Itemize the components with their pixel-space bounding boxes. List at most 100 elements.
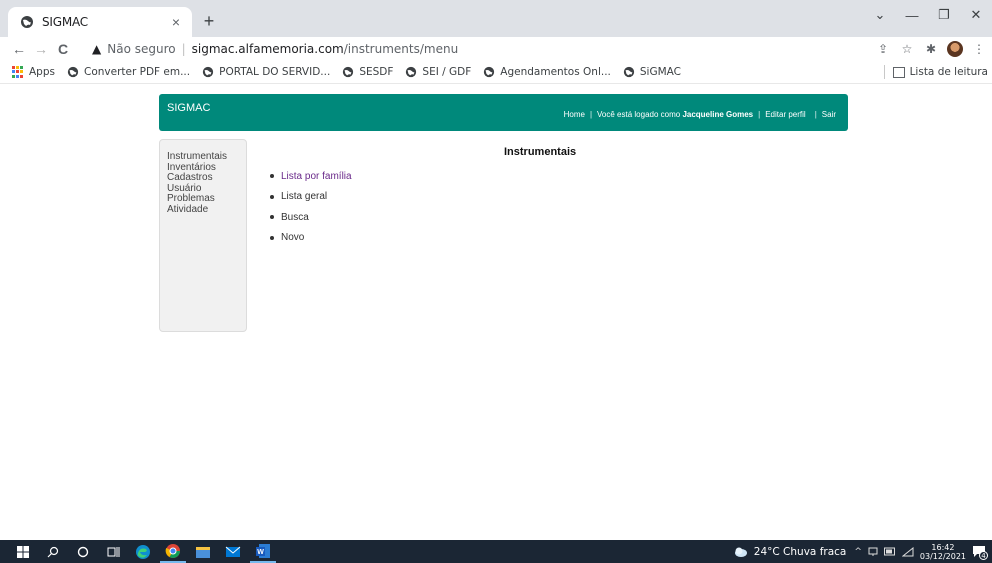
menu-link-novo[interactable]: Novo: [270, 228, 352, 249]
omnibox-separator: |: [181, 42, 186, 56]
weather-text: 24°C Chuva fraca: [753, 545, 847, 558]
task-view-icon[interactable]: [100, 540, 126, 563]
globe-icon: [484, 66, 495, 78]
app-logo[interactable]: SIGMAC: [167, 102, 210, 114]
bullet-icon: [270, 194, 274, 199]
profile-avatar[interactable]: [946, 40, 964, 58]
logged-in-user: Jacqueline Gomes: [682, 110, 754, 119]
menu-link-label: Lista por família: [281, 170, 352, 182]
extensions-icon[interactable]: ✱: [922, 40, 940, 58]
reading-list-button[interactable]: Lista de leitura: [883, 65, 988, 79]
folder-glyph: [196, 546, 210, 558]
bullet-icon: [270, 235, 274, 240]
wifi-icon[interactable]: [901, 546, 914, 557]
nav-separator: |: [589, 110, 593, 119]
windows-logo-icon: [17, 545, 29, 558]
app-top-nav: Home | Você está logado como Jacqueline …: [564, 110, 836, 119]
bookmark-star-icon[interactable]: ☆: [898, 40, 916, 58]
apps-grid-icon: [12, 66, 24, 78]
network-icon[interactable]: [868, 547, 878, 557]
browser-tab[interactable]: SIGMAC ×: [8, 7, 192, 37]
system-tray: 24°C Chuva fraca ^ 16:42 03/12/2021 4: [733, 540, 992, 563]
menu-link-label: Lista geral: [281, 191, 328, 203]
back-icon[interactable]: ←: [8, 38, 30, 60]
clock-time: 16:42: [931, 542, 955, 552]
browser-tab-strip: SIGMAC × + ⌄ — ❐ ✕: [0, 0, 992, 37]
menu-link-lista-por-familia[interactable]: Lista por família: [270, 166, 352, 187]
menu-link-label: Novo: [281, 232, 305, 244]
bookmarks-bar: Apps Converter PDF em... PORTAL DO SERVI…: [0, 61, 992, 84]
cortana-icon[interactable]: [70, 540, 96, 563]
bookmarks-divider: [883, 65, 885, 79]
menu-link-busca[interactable]: Busca: [270, 207, 352, 228]
search-glyph: [47, 546, 59, 557]
tab-close-icon[interactable]: ×: [168, 14, 184, 30]
bookmark-sigmac[interactable]: SiGMAC: [623, 66, 681, 78]
notification-count: 4: [979, 551, 988, 560]
bookmark-sesdf[interactable]: SESDF: [342, 66, 393, 78]
sidebar-item-cadastros[interactable]: Cadastros: [167, 172, 239, 184]
toolbar-actions: ⇪ ☆ ✱ ⋮: [874, 37, 988, 61]
page-viewport: SIGMAC Home | Você está logado como Jacq…: [0, 85, 992, 540]
battery-icon[interactable]: [883, 547, 896, 556]
restore-icon[interactable]: ❐: [928, 0, 960, 30]
security-label[interactable]: Não seguro: [107, 42, 175, 56]
svg-text:W: W: [257, 549, 264, 556]
weather-widget[interactable]: 24°C Chuva fraca: [733, 545, 847, 558]
bookmark-label: SESDF: [359, 66, 394, 78]
avatar-image: [947, 41, 963, 57]
word-app-icon[interactable]: W: [250, 540, 276, 563]
nav-edit-profile-link[interactable]: Editar perfil: [765, 110, 805, 119]
file-explorer-icon[interactable]: [190, 540, 216, 563]
cloud-icon: [734, 547, 747, 557]
windows-taskbar: W 24°C Chuva fraca ^ 16:42 03/12/2021 4: [0, 540, 992, 563]
bullet-icon: [270, 215, 274, 220]
address-bar[interactable]: ▲ Não seguro | sigmac.alfamemoria.com /i…: [92, 39, 852, 59]
tab-search-icon[interactable]: ⌄: [864, 0, 896, 30]
bookmark-portal-servidor[interactable]: PORTAL DO SERVID...: [202, 66, 330, 78]
cortana-glyph: [77, 546, 89, 557]
chrome-glyph: [165, 543, 180, 558]
window-close-icon[interactable]: ✕: [960, 0, 992, 30]
reload-icon[interactable]: C: [52, 38, 74, 60]
window-controls: ⌄ — ❐ ✕: [864, 0, 992, 30]
windows-start-icon[interactable]: [10, 540, 36, 563]
url-host: sigmac.alfamemoria.com: [191, 42, 344, 56]
search-icon[interactable]: [40, 540, 66, 563]
logged-in-label: Você está logado como: [597, 110, 681, 119]
globe-icon: [343, 66, 354, 78]
chrome-app-icon[interactable]: [160, 540, 186, 563]
bookmark-agendamentos[interactable]: Agendamentos Onl...: [483, 66, 611, 78]
forward-icon[interactable]: →: [30, 38, 52, 60]
browser-toolbar: ← → C ▲ Não seguro | sigmac.alfamemoria.…: [0, 37, 992, 61]
sidebar-item-atividade[interactable]: Atividade: [167, 204, 239, 216]
clock-date: 03/12/2021: [919, 551, 966, 561]
menu-link-lista-geral[interactable]: Lista geral: [270, 187, 352, 208]
mail-glyph: [225, 546, 241, 557]
sidebar-item-instrumentais[interactable]: Instrumentais: [167, 151, 239, 163]
sidebar-item-problemas[interactable]: Problemas: [167, 193, 239, 205]
minimize-icon[interactable]: —: [896, 0, 928, 30]
bookmark-converter-pdf[interactable]: Converter PDF em...: [67, 66, 190, 78]
tray-expand-icon[interactable]: ^: [854, 547, 862, 557]
warning-icon[interactable]: ▲: [92, 42, 101, 56]
bookmark-label: PORTAL DO SERVID...: [219, 66, 331, 78]
nav-home-link[interactable]: Home: [564, 110, 585, 119]
nav-logout-link[interactable]: Sair: [822, 110, 836, 119]
edge-glyph: [136, 544, 150, 559]
mail-app-icon[interactable]: [220, 540, 246, 563]
task-view-glyph: [107, 546, 119, 557]
bookmark-label: SiGMAC: [639, 66, 681, 78]
edge-app-icon[interactable]: [130, 540, 156, 563]
globe-icon: [21, 16, 33, 28]
browser-menu-icon[interactable]: ⋮: [970, 40, 988, 58]
share-icon[interactable]: ⇪: [874, 40, 892, 58]
nav-separator: |: [814, 110, 817, 119]
new-tab-button[interactable]: +: [198, 11, 220, 33]
bookmark-apps[interactable]: Apps: [12, 66, 55, 78]
bookmark-sei-gdf[interactable]: SEI / GDF: [405, 66, 471, 78]
app-header: SIGMAC Home | Você está logado como Jacq…: [159, 94, 848, 131]
bookmark-label: Apps: [29, 66, 55, 78]
notification-center-icon[interactable]: 4: [972, 545, 988, 560]
system-clock[interactable]: 16:42 03/12/2021: [920, 543, 966, 561]
